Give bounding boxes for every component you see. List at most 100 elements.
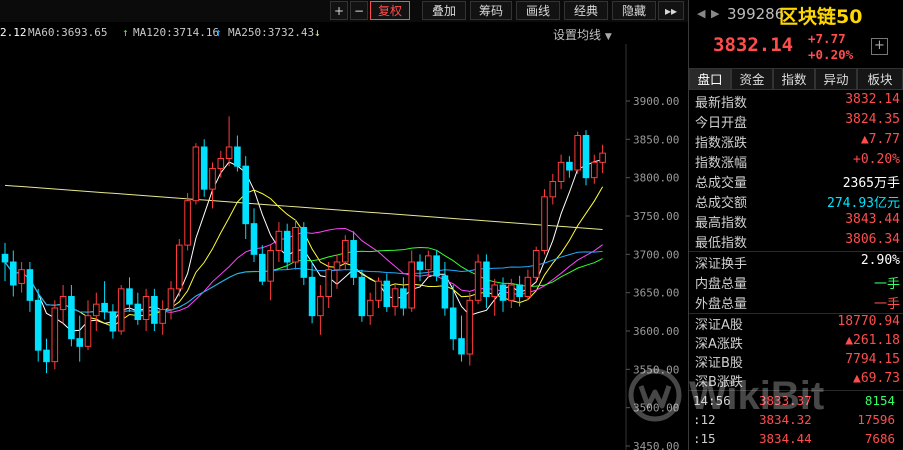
candle-body — [532, 250, 540, 278]
candle-body — [126, 288, 133, 305]
candle-body — [234, 146, 241, 167]
wikibit-watermark-logo: WikiBit — [628, 368, 824, 422]
candle — [126, 277, 133, 312]
candle — [184, 193, 191, 251]
candle — [599, 144, 606, 174]
tick-time: :15 — [693, 431, 716, 446]
y-tick-label: 3600.00 — [633, 325, 679, 338]
y-tick-label: 3650.00 — [633, 287, 679, 300]
classic-button[interactable]: 经典 — [564, 1, 608, 20]
candlestick-chart[interactable]: 3900.00 3850.00 3800.00 3750.00 3700.00 3650.… — [0, 44, 688, 450]
candle-body — [217, 158, 225, 169]
add-watchlist-button[interactable]: + — [871, 38, 888, 55]
candle — [549, 173, 557, 205]
candle-body — [1, 253, 9, 263]
candle-body — [574, 135, 582, 171]
up-arrow-icon: ↑ — [215, 26, 222, 39]
more-icon[interactable]: ▸▸ — [658, 1, 684, 20]
zoom-in-button[interactable]: + — [330, 1, 348, 20]
candle — [375, 277, 382, 308]
candle — [217, 150, 225, 178]
hide-button[interactable]: 隐藏 — [612, 1, 656, 20]
y-tick-label: 3800.00 — [633, 172, 679, 185]
quote-label: 内盘总量 — [695, 277, 748, 292]
candle-body — [101, 302, 108, 313]
candle — [84, 300, 92, 351]
quote-row: 总成交量 2365万手 — [695, 172, 900, 191]
candle — [142, 288, 150, 331]
prev-stock-icon[interactable]: ◀ — [697, 7, 705, 20]
quote-value: 2.90% — [860, 253, 900, 268]
candle-body — [26, 269, 34, 301]
candle — [449, 285, 457, 351]
candle — [483, 254, 490, 308]
tab-pankou[interactable]: 盘口 — [689, 68, 731, 90]
candle-body — [466, 299, 474, 355]
candle — [275, 222, 283, 262]
candle-body — [499, 284, 507, 301]
candle — [474, 254, 482, 305]
tab-yidong[interactable]: 异动 — [815, 68, 857, 90]
divider — [689, 313, 903, 314]
candle — [200, 139, 208, 197]
candle-body — [524, 276, 532, 297]
candle — [317, 285, 324, 335]
candle — [416, 254, 424, 282]
candle-body — [474, 261, 482, 301]
next-stock-icon[interactable]: ▶ — [711, 7, 719, 20]
quote-value: 一手 — [873, 297, 900, 312]
y-tick-label: 3850.00 — [633, 133, 679, 146]
candle-body — [441, 275, 449, 309]
divider — [689, 251, 903, 252]
candle-body — [51, 307, 59, 363]
quote-value: 一手 — [873, 277, 900, 292]
candle-body — [84, 315, 92, 347]
chip-distribution-button[interactable]: 筹码 — [470, 1, 512, 20]
quote-row: 内盘总量 一手 — [695, 273, 900, 292]
candle — [350, 231, 357, 285]
candle — [68, 285, 75, 347]
candle-body — [350, 240, 357, 278]
candle-body — [250, 223, 258, 255]
candle-body — [242, 165, 249, 225]
candle-body — [342, 240, 349, 263]
ma-settings-dropdown[interactable]: 设置均线 ▼ — [553, 26, 612, 43]
index-price: 3832.14 — [713, 34, 794, 56]
candle-body — [366, 299, 374, 317]
ma120-label: MA120:3714.16 — [133, 26, 220, 39]
candle — [101, 281, 108, 320]
candle — [242, 156, 249, 239]
candle — [466, 292, 474, 366]
candle — [366, 292, 374, 325]
zoom-out-button[interactable]: − — [350, 1, 368, 20]
tab-bankuai[interactable]: 板块 — [857, 68, 903, 90]
overlay-button[interactable]: 叠加 — [422, 1, 466, 20]
quote-row: 深证换手 2.90% — [695, 253, 900, 272]
candle — [557, 154, 565, 190]
quote-label: 指数涨幅 — [695, 156, 748, 171]
fuquan-button[interactable]: 复权 — [370, 1, 410, 20]
candle-body — [599, 152, 606, 163]
chevron-down-icon: ▼ — [604, 32, 612, 42]
quote-label: 最高指数 — [695, 216, 748, 231]
tab-zijin[interactable]: 资金 — [731, 68, 773, 90]
candle-body — [93, 303, 100, 317]
tab-zhishu[interactable]: 指数 — [773, 68, 815, 90]
candle — [267, 245, 274, 301]
quote-label: 今日开盘 — [695, 116, 748, 131]
candle — [34, 288, 42, 362]
candle-body — [425, 255, 432, 271]
candle-body — [300, 227, 308, 278]
candle — [408, 250, 415, 312]
quote-label: 深A涨跌 — [695, 337, 743, 352]
candle-body — [209, 167, 216, 190]
quote-value: 3806.34 — [845, 232, 900, 247]
candle-body — [192, 146, 200, 202]
index-name: 区块链50 — [779, 6, 863, 28]
draw-line-button[interactable]: 画线 — [516, 1, 560, 20]
candle — [209, 162, 216, 209]
candle-body — [416, 261, 424, 271]
candle-body — [176, 244, 183, 290]
candle-body — [383, 280, 391, 307]
ma-partial-label: 2.12 — [0, 26, 27, 39]
